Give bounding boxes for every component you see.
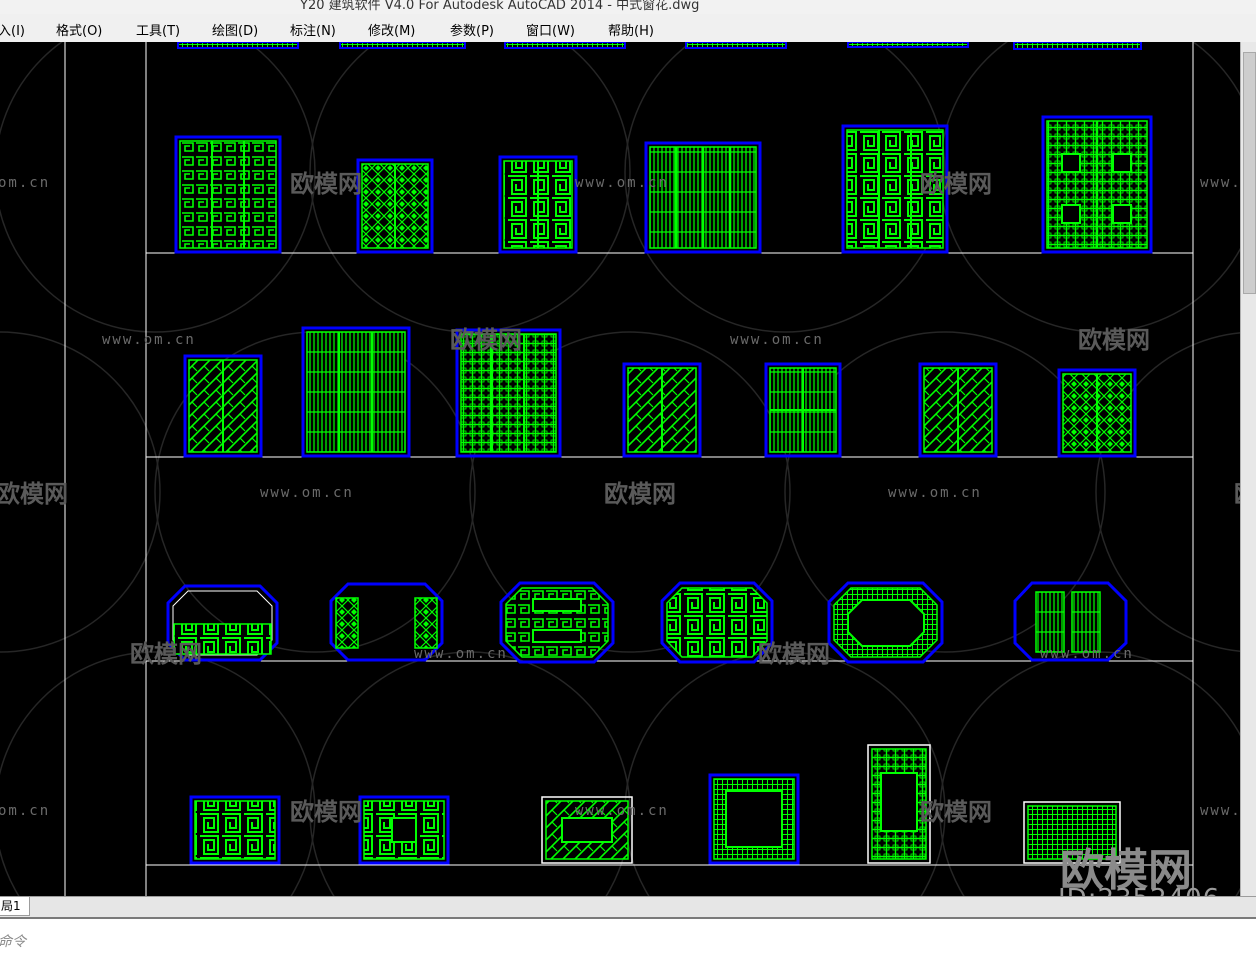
title-bar: Y20 建筑软件 V4.0 For Autodesk AutoCAD 2014 …: [0, 0, 1256, 14]
menu-insert[interactable]: 入(I): [0, 20, 25, 39]
watermark-url: www.om.cn: [575, 175, 669, 191]
cad-drawing[interactable]: www.om.cn om.cn 欧模网 www.om.cn 欧模网 www.om…: [0, 42, 1256, 898]
menu-window[interactable]: 窗口(W): [526, 20, 575, 39]
watermark-url: www.om.cn: [575, 803, 669, 819]
window-r1-2: [356, 158, 434, 254]
window-r3-5: [827, 581, 944, 664]
window-r2-4: [622, 362, 702, 458]
watermark-logo: 欧模网: [758, 640, 830, 668]
menu-modify[interactable]: 修改(M): [368, 20, 415, 39]
drawing-canvas[interactable]: www.om.cn om.cn 欧模网 www.om.cn 欧模网 www.om…: [0, 42, 1256, 898]
layout-tab-bar: 局1: [0, 896, 1256, 917]
window-r2-1: [183, 354, 263, 458]
row-2-windows: [183, 326, 1137, 458]
window-r2-7: [1057, 368, 1137, 458]
tab-layout1[interactable]: 局1: [0, 897, 30, 916]
window-r2-2: [301, 326, 411, 458]
menu-format[interactable]: 格式(O): [56, 20, 102, 39]
scrollbar-thumb[interactable]: [1243, 52, 1256, 294]
menu-parameter[interactable]: 参数(P): [450, 20, 494, 39]
command-line[interactable]: 命令: [0, 917, 1256, 958]
window-r4-1: [189, 795, 281, 865]
window-r1-1: [174, 135, 282, 254]
menu-help[interactable]: 帮助(H): [608, 20, 654, 39]
menu-tools[interactable]: 工具(T): [136, 20, 180, 39]
watermark-logo: 欧模网: [290, 798, 362, 826]
watermark-logo: 欧模网: [130, 640, 202, 668]
watermark-logo: 欧模网: [450, 326, 522, 354]
window-r4-4: [708, 773, 800, 865]
watermark-logo: 欧模网: [604, 480, 676, 508]
menu-bar: 入(I) 格式(O) 工具(T) 绘图(D) 标注(N) 修改(M) 参数(P)…: [0, 14, 1256, 43]
vertical-scrollbar[interactable]: [1240, 42, 1256, 898]
watermark-url: om.cn: [0, 803, 50, 819]
window-r1-4: [644, 141, 762, 254]
watermark-logo: 欧模网: [1078, 326, 1150, 354]
watermark-url: www.om.cn: [888, 485, 982, 501]
menu-dimension[interactable]: 标注(N): [290, 20, 336, 39]
watermark-logo: 欧模网: [290, 170, 362, 198]
watermark-logo: 欧模网: [920, 798, 992, 826]
watermark-url: www.om.cn: [102, 332, 196, 348]
watermark-logo: 欧模网: [920, 170, 992, 198]
window-r3-4: [660, 581, 774, 664]
command-prompt: 命令: [0, 934, 26, 950]
watermark-url: www.om.cn: [260, 485, 354, 501]
window-title: Y20 建筑软件 V4.0 For Autodesk AutoCAD 2014 …: [300, 0, 700, 13]
window-r4-2: [358, 795, 450, 865]
watermark-url: www.om.cn: [1040, 646, 1134, 662]
watermark-logo: 欧模网: [0, 480, 68, 508]
window-r2-5: [764, 362, 842, 458]
watermark-url: www.om.cn: [414, 646, 508, 662]
window-r2-6: [918, 362, 998, 458]
watermark-url: om.cn: [0, 175, 50, 191]
window-r3-3: [499, 581, 615, 664]
row-3-windows: [166, 581, 1128, 664]
window-r1-3: [498, 155, 578, 254]
watermark-url: www.om.cn: [730, 332, 824, 348]
menu-draw[interactable]: 绘图(D): [212, 20, 258, 39]
row-top-partial: [177, 42, 1142, 50]
window-r1-6: [1041, 115, 1153, 254]
